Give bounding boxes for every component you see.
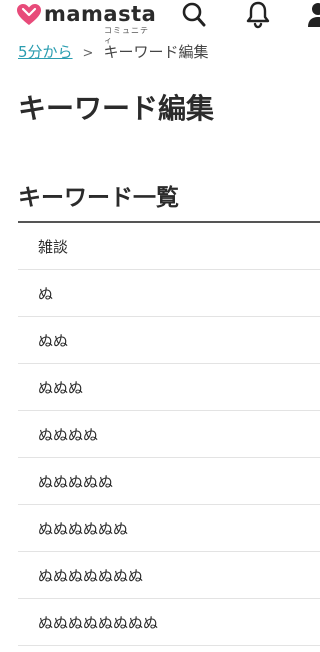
mamasta-logo[interactable]: mamasta コミュニティ xyxy=(16,2,157,45)
keyword-list: 雑談 ぬ ぬぬ ぬぬぬ ぬぬぬぬ ぬぬぬぬぬ ぬぬぬぬぬぬ ぬぬぬぬぬぬぬ ぬぬ… xyxy=(18,223,320,646)
breadcrumb-current: キーワード編集 xyxy=(103,43,209,61)
keyword-list-title: キーワード一覧 xyxy=(18,185,179,211)
notifications-button[interactable] xyxy=(244,0,272,30)
breadcrumb-link[interactable]: 5分から xyxy=(18,43,73,61)
search-icon xyxy=(182,2,206,27)
keyword-item[interactable]: ぬぬぬ xyxy=(18,364,320,411)
keyword-item[interactable]: ぬぬぬぬぬぬぬ xyxy=(18,552,320,599)
user-icon xyxy=(308,3,320,27)
logo-wordmark: mamasta xyxy=(44,2,157,26)
search-button[interactable] xyxy=(180,0,208,30)
breadcrumb: 5分から > キーワード編集 xyxy=(18,42,208,62)
site-header: mamasta コミュニティ xyxy=(0,0,320,45)
keyword-item[interactable]: ぬぬぬぬ xyxy=(18,411,320,458)
keyword-item[interactable]: 雑談 xyxy=(18,223,320,270)
page-title: キーワード編集 xyxy=(18,92,215,125)
keyword-item[interactable]: ぬぬ xyxy=(18,317,320,364)
account-button[interactable] xyxy=(306,0,320,30)
keyword-item[interactable]: ぬぬぬぬぬ xyxy=(18,458,320,505)
keyword-item[interactable]: ぬぬぬぬぬぬぬぬ xyxy=(18,599,320,646)
bell-icon xyxy=(246,1,270,29)
heart-logo-icon xyxy=(17,4,41,25)
keyword-item[interactable]: ぬ xyxy=(18,270,320,317)
keyword-item[interactable]: ぬぬぬぬぬぬ xyxy=(18,505,320,552)
breadcrumb-separator: > xyxy=(82,46,94,61)
